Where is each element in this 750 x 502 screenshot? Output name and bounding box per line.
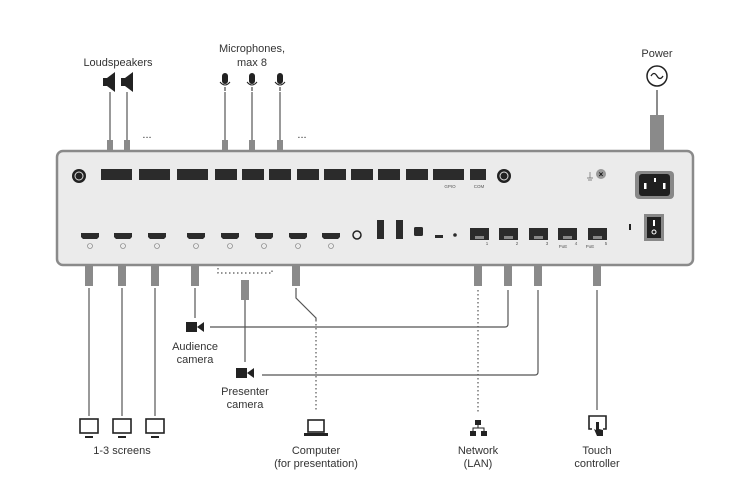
network-icon: [470, 420, 487, 436]
cable-plug: [151, 266, 159, 286]
computer-cable: [295, 288, 317, 320]
microphones-label: Microphones,: [219, 43, 285, 55]
microphones-max-label: max 8: [237, 57, 267, 69]
power-icon: [646, 65, 668, 87]
terminal-block: [101, 169, 132, 180]
microphone-icon: [219, 73, 231, 91]
audience-camera-label: Audience: [172, 341, 218, 353]
terminal-block: [242, 169, 264, 180]
hdmi-port: [221, 233, 239, 239]
usb-b-port: [414, 227, 423, 236]
terminal-block: [351, 169, 373, 180]
loudspeaker-icon: [103, 72, 115, 92]
screen-icon: [79, 418, 99, 438]
hdmi-port: [114, 233, 132, 239]
hdmi-port: [289, 233, 307, 239]
more-speakers: ...: [142, 129, 151, 141]
terminal-block: [378, 169, 400, 180]
audience-camera-label-2: camera: [177, 354, 215, 366]
loudspeakers-label: Loudspeakers: [83, 57, 153, 69]
hdmi-port: [148, 233, 166, 239]
cable-plug: [504, 266, 512, 286]
cable-plug: [277, 140, 283, 150]
cable-plug: [124, 140, 130, 150]
presenter-camera-label: Presenter: [221, 386, 269, 398]
audience-camera-icon: [186, 322, 204, 332]
power-inlet: [635, 171, 674, 199]
micro-usb-port: [435, 235, 443, 238]
power-cable: [650, 90, 664, 150]
screens-label: 1-3 screens: [93, 445, 151, 457]
touch-controller-label: Touch: [582, 445, 611, 457]
presenter-camera-label-2: camera: [227, 399, 265, 411]
cable-plug: [85, 266, 93, 286]
terminal-block: [324, 169, 346, 180]
hdmi-port: [322, 233, 340, 239]
terminal-block: [269, 169, 291, 180]
led-indicator: [629, 224, 631, 230]
cable-plug: [474, 266, 482, 286]
terminal-block: [470, 169, 486, 180]
screen-icon: [145, 418, 165, 438]
svg-text:×: ×: [599, 170, 604, 179]
power-switch: [644, 214, 664, 241]
cable-plug: [241, 280, 249, 300]
cable-plug: [292, 266, 300, 286]
presenter-input-bracket: [217, 268, 273, 274]
audience-camera-control-cable: [210, 290, 509, 328]
power-label: Power: [641, 48, 673, 60]
laptop-icon: [304, 419, 328, 436]
presenter-camera-control-cable: [262, 290, 539, 376]
touch-controller-icon: [588, 415, 607, 436]
microphone-icon: [274, 73, 286, 91]
cable-plug: [222, 140, 228, 150]
codec-rear-panel: [55, 149, 695, 267]
com-label: COM: [474, 184, 485, 189]
cable-plug: [118, 266, 126, 286]
antenna-connector: [497, 169, 511, 183]
screen-cables: [88, 288, 156, 416]
poe-label-4: PoE: [559, 244, 568, 249]
cable-plug: [593, 266, 601, 286]
hdmi-port: [81, 233, 99, 239]
cable-plug: [107, 140, 113, 150]
poe-label-5: PoE: [586, 244, 595, 249]
connection-diagram: ... Loudspeakers ... Microphones, max 8 …: [55, 43, 695, 470]
terminal-block: [297, 169, 319, 180]
antenna-connector: [72, 169, 86, 183]
presenter-camera-icon: [236, 368, 254, 378]
loudspeaker-icon: [121, 72, 133, 92]
terminal-block: [215, 169, 237, 180]
reset-button: [453, 233, 457, 237]
microphone-icon: [246, 73, 258, 91]
screen-icon: [112, 418, 132, 438]
terminal-block: [139, 169, 170, 180]
hdmi-port: [255, 233, 273, 239]
network-label-2: (LAN): [464, 458, 493, 470]
cable-plug: [191, 266, 199, 286]
terminal-block: [406, 169, 428, 180]
terminal-block: [433, 169, 464, 180]
usb-a-port: [396, 220, 403, 239]
touch-controller-label-2: controller: [574, 458, 620, 470]
network-label: Network: [458, 445, 499, 457]
gpio-label: GPIO: [444, 184, 456, 189]
cable-plug: [534, 266, 542, 286]
usb-a-port: [377, 220, 384, 239]
terminal-block: [177, 169, 208, 180]
computer-label: Computer: [292, 445, 341, 457]
computer-label-2: (for presentation): [274, 458, 358, 470]
hdmi-port: [187, 233, 205, 239]
cable-plug: [249, 140, 255, 150]
more-microphones: ...: [297, 129, 306, 141]
